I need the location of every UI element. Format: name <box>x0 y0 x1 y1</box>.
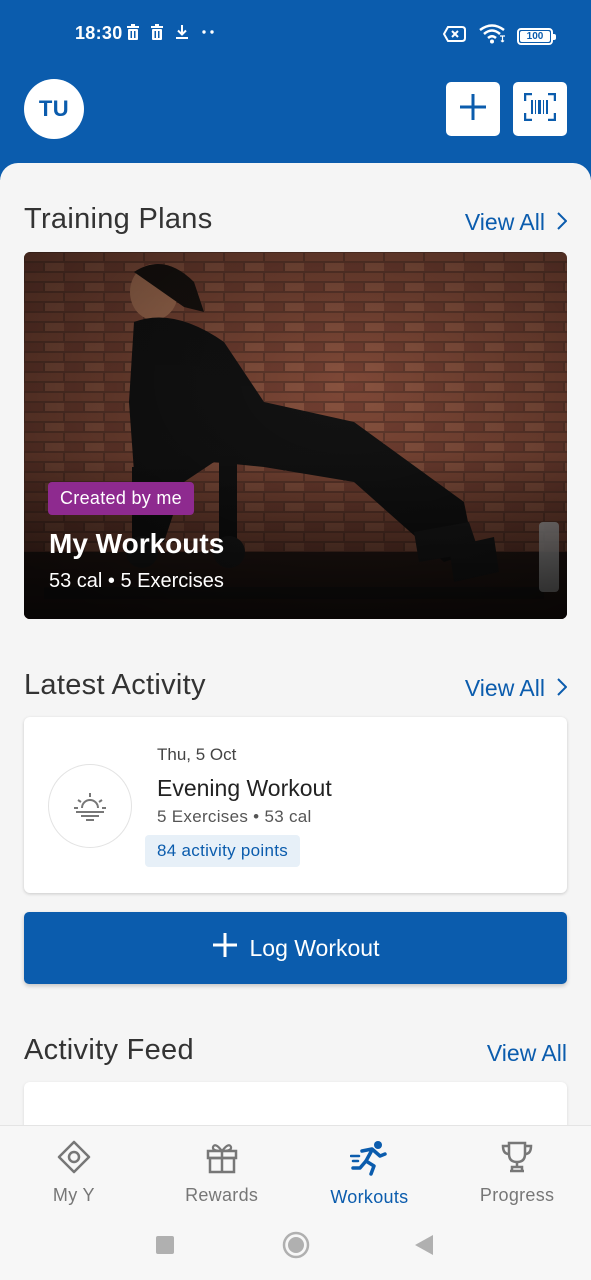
latest-activity-title: Latest Activity <box>24 669 206 701</box>
status-time: 18:30 <box>75 23 123 43</box>
view-all-label: View All <box>464 209 545 235</box>
nav-label-workouts: Workouts <box>330 1187 409 1207</box>
plus-icon <box>212 932 238 964</box>
activity-feed-view-all-link[interactable]: View All <box>487 1040 567 1067</box>
trophy-icon <box>500 1140 534 1179</box>
scan-barcode-button[interactable] <box>513 82 567 136</box>
log-workout-button[interactable]: Log Workout <box>24 912 567 984</box>
nav-item-workouts[interactable]: Workouts <box>296 1126 444 1220</box>
plan-meta: 53 cal • 5 Exercises <box>49 570 224 592</box>
created-by-me-badge: Created by me <box>48 482 194 515</box>
battery-icon: 100 <box>517 28 556 45</box>
latest-activity-view-all-link[interactable]: View All <box>464 675 568 702</box>
activity-meta: 5 Exercises • 53 cal <box>157 807 312 826</box>
delete-icon <box>126 24 140 45</box>
view-all-label: View All <box>486 1040 567 1066</box>
status-bar: 18:30 100 <box>0 0 591 68</box>
running-icon <box>350 1140 388 1181</box>
recents-square-icon[interactable] <box>155 1235 175 1260</box>
main-content[interactable]: Training Plans View All Created by me My… <box>0 163 591 1125</box>
activity-feed-title: Activity Feed <box>24 1034 194 1066</box>
system-nav-bar <box>0 1220 591 1280</box>
chevron-right-icon <box>557 209 568 236</box>
add-button[interactable] <box>446 82 500 136</box>
nav-item-my-y[interactable]: My Y <box>0 1126 148 1220</box>
training-plans-title: Training Plans <box>24 203 213 235</box>
view-all-label: View All <box>464 675 545 701</box>
barcode-scan-icon <box>523 92 557 126</box>
no-sim-icon <box>442 25 467 48</box>
workout-photo <box>24 252 567 619</box>
my-y-icon <box>57 1140 91 1179</box>
sunset-icon <box>48 764 132 848</box>
latest-activity-card[interactable]: Thu, 5 Oct Evening Workout 5 Exercises •… <box>24 717 567 893</box>
home-circle-icon[interactable] <box>282 1231 310 1264</box>
activity-points-badge: 84 activity points <box>145 835 301 867</box>
activity-title: Evening Workout <box>157 775 332 801</box>
battery-level: 100 <box>520 31 550 42</box>
activity-date: Thu, 5 Oct <box>157 745 237 764</box>
avatar[interactable]: TU <box>24 79 84 139</box>
more-dots-icon <box>200 24 216 45</box>
bottom-nav: My Y Rewards Workouts Progress <box>0 1125 591 1220</box>
gift-icon <box>205 1140 239 1179</box>
chevron-right-icon <box>557 675 568 702</box>
nav-item-progress[interactable]: Progress <box>443 1126 591 1220</box>
activity-feed-card[interactable] <box>24 1082 567 1125</box>
plan-title: My Workouts <box>49 528 225 559</box>
plus-icon <box>459 93 487 126</box>
back-triangle-icon[interactable] <box>414 1234 434 1261</box>
wifi-icon <box>479 24 505 49</box>
log-workout-label: Log Workout <box>249 934 380 961</box>
nav-label-rewards: Rewards <box>185 1185 259 1205</box>
delete-icon <box>150 24 164 45</box>
app-header: 18:30 100 TU <box>0 0 591 180</box>
training-plan-card[interactable]: Created by me My Workouts 53 cal • 5 Exe… <box>24 252 567 619</box>
download-icon <box>174 24 190 45</box>
nav-item-rewards[interactable]: Rewards <box>148 1126 296 1220</box>
training-plans-view-all-link[interactable]: View All <box>464 209 568 236</box>
nav-label-progress: Progress <box>479 1185 555 1205</box>
nav-label-my-y: My Y <box>52 1185 95 1205</box>
